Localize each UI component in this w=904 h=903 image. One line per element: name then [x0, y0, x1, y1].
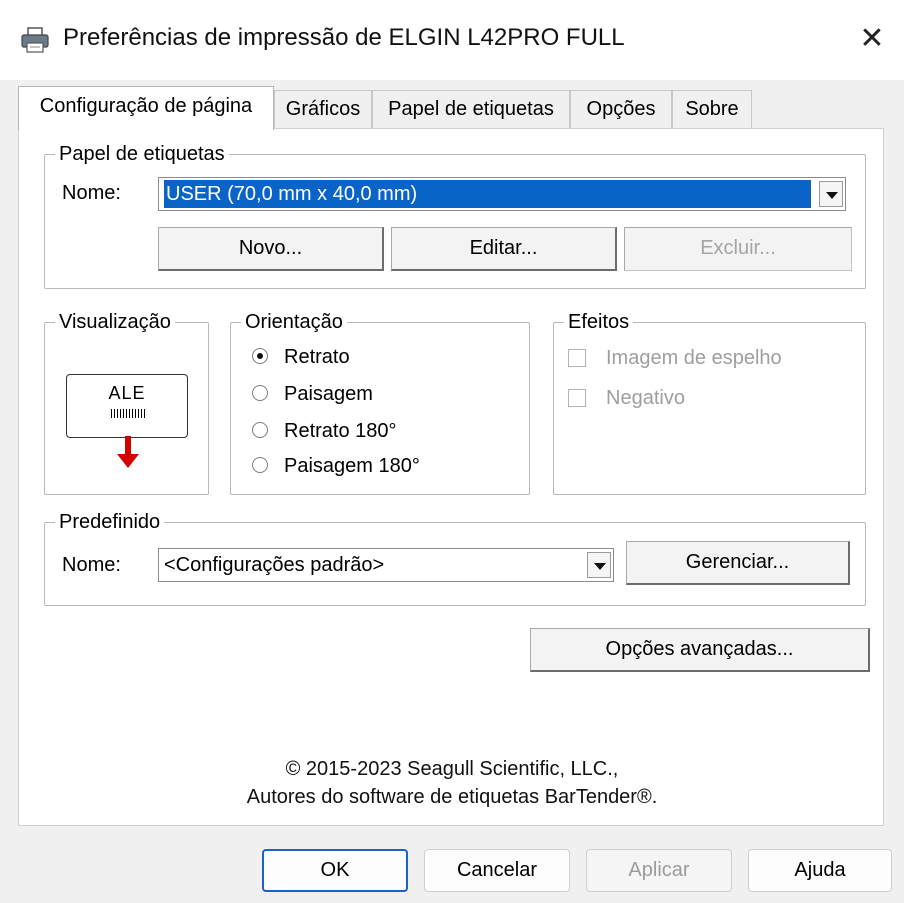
tab-sobre[interactable]: Sobre — [672, 90, 752, 128]
label-paper-group-title: Papel de etiquetas — [59, 143, 225, 165]
radio-empty-icon — [252, 422, 268, 438]
copyright-line-1: © 2015-2023 Seagull Scientific, LLC., — [285, 758, 619, 780]
printer-icon — [21, 27, 49, 53]
radio-retrato-180[interactable]: Retrato 180° — [252, 417, 397, 445]
help-button[interactable]: Ajuda — [748, 849, 892, 892]
title-bar: Preferências de impressão de ELGIN L42PR… — [0, 0, 904, 80]
checkbox-icon — [568, 349, 586, 367]
checkbox-negative[interactable]: Negativo — [568, 384, 685, 412]
preset-select[interactable]: <Configurações padrão> — [158, 548, 614, 582]
checkbox-mirror-image[interactable]: Imagem de espelho — [568, 344, 782, 372]
arrow-down-icon — [117, 436, 139, 468]
label-preview: ALE — [66, 374, 188, 438]
radio-empty-icon — [252, 457, 268, 473]
preset-selected-value: <Configurações padrão> — [164, 554, 385, 576]
preset-group-title: Predefinido — [59, 511, 161, 533]
copyright-line-2: Autores do software de etiquetas BarTend… — [246, 786, 658, 808]
new-button[interactable]: Novo... — [158, 227, 384, 271]
label-paper-select[interactable]: USER (70,0 mm x 40,0 mm) — [158, 177, 846, 211]
radio-paisagem-180[interactable]: Paisagem 180° — [252, 452, 420, 480]
window-title: Preferências de impressão de ELGIN L42PR… — [63, 24, 625, 51]
delete-button[interactable]: Excluir... — [624, 227, 852, 271]
barcode-icon — [111, 409, 145, 418]
checkbox-negative-label: Negativo — [606, 387, 685, 409]
tab-opcoes[interactable]: Opções — [570, 90, 672, 128]
advanced-options-button[interactable]: Opções avançadas... — [530, 628, 870, 672]
checkbox-mirror-image-label: Imagem de espelho — [606, 347, 782, 369]
radio-retrato[interactable]: Retrato — [252, 343, 350, 371]
print-preferences-dialog: Preferências de impressão de ELGIN L42PR… — [0, 0, 904, 903]
manage-button[interactable]: Gerenciar... — [626, 541, 850, 585]
radio-empty-icon — [252, 385, 268, 401]
effects-group-title: Efeitos — [568, 311, 630, 333]
checkbox-icon — [568, 389, 586, 407]
ok-button[interactable]: OK — [262, 849, 408, 892]
radio-retrato-180-label: Retrato 180° — [284, 420, 397, 442]
tab-configuracao-de-pagina[interactable]: Configuração de página — [18, 86, 274, 130]
chevron-down-icon[interactable] — [587, 552, 611, 578]
radio-retrato-label: Retrato — [284, 346, 350, 368]
label-paper-name-label: Nome: — [62, 182, 121, 204]
radio-paisagem[interactable]: Paisagem — [252, 380, 373, 408]
label-preview-text: ALE — [108, 383, 146, 403]
tab-papel-de-etiquetas[interactable]: Papel de etiquetas — [372, 90, 570, 128]
tab-graficos[interactable]: Gráficos — [274, 90, 372, 128]
radio-selected-icon — [252, 348, 268, 364]
label-paper-selected-value: USER (70,0 mm x 40,0 mm) — [164, 180, 811, 208]
preview-group-title: Visualização — [59, 311, 171, 333]
preset-name-label: Nome: — [62, 554, 121, 576]
apply-button[interactable]: Aplicar — [586, 849, 732, 892]
edit-button[interactable]: Editar... — [391, 227, 617, 271]
radio-paisagem-label: Paisagem — [284, 383, 373, 405]
radio-paisagem-180-label: Paisagem 180° — [284, 455, 420, 477]
close-button[interactable]: ✕ — [848, 14, 896, 64]
cancel-button[interactable]: Cancelar — [424, 849, 570, 892]
orientation-group-title: Orientação — [245, 311, 343, 333]
chevron-down-icon[interactable] — [819, 181, 843, 207]
